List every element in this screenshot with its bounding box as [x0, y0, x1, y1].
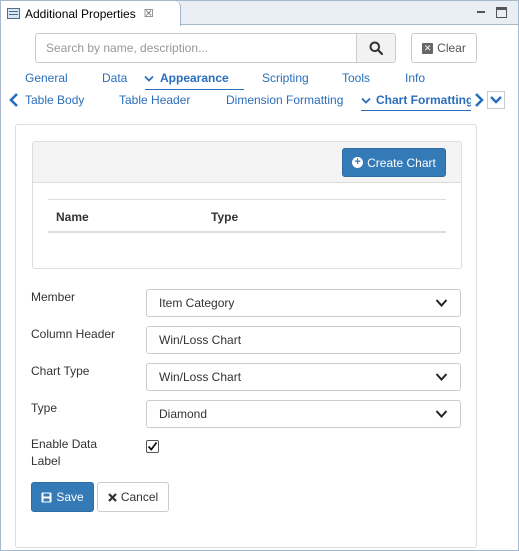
type-value: Diamond — [159, 407, 208, 421]
chart-type-select[interactable]: Win/Loss Chart — [146, 363, 461, 391]
search-input[interactable] — [36, 34, 356, 62]
floppy-disk-icon — [41, 492, 52, 503]
enable-data-label-checkbox[interactable] — [146, 440, 159, 453]
chart-type-value: Win/Loss Chart — [159, 370, 242, 384]
tab-data[interactable]: Data — [102, 71, 127, 85]
type-select[interactable]: Diamond — [146, 400, 461, 428]
tab-dimension-formatting[interactable]: Dimension Formatting — [226, 93, 343, 107]
plus-circle-icon: + — [352, 157, 364, 168]
properties-view-icon — [7, 8, 20, 19]
column-header-label: Column Header — [31, 327, 116, 341]
chevron-down-icon — [490, 96, 502, 104]
tab-chart-formatting[interactable]: Chart Formatting — [376, 93, 471, 107]
search-button[interactable] — [356, 34, 395, 62]
enable-data-label-label: Enable Data Label — [31, 436, 97, 470]
minimize-icon[interactable] — [474, 5, 488, 19]
cancel-button-label: Cancel — [120, 490, 159, 504]
chart-table: Name Type — [48, 199, 446, 233]
close-tab-icon[interactable]: ☒ — [144, 7, 154, 20]
member-label: Member — [31, 290, 76, 304]
enable-data-label-line2: Label — [31, 454, 61, 468]
chevron-down-icon — [435, 373, 448, 381]
primary-tabs: General Data Appearance Scripting Tools … — [1, 71, 519, 91]
clear-button[interactable]: ✕ Clear — [411, 33, 477, 63]
chevron-down-icon — [435, 410, 448, 418]
close-icon — [108, 492, 117, 502]
tab-scripting[interactable]: Scripting — [262, 71, 309, 85]
clear-button-label: Clear — [437, 41, 466, 55]
tab-info[interactable]: Info — [405, 71, 425, 85]
tab-appearance[interactable]: Appearance — [160, 71, 229, 85]
tab-general[interactable]: General — [25, 71, 68, 85]
chart-table-header: Name Type — [48, 199, 446, 233]
properties-window: Additional Properties ☒ ✕ Clear General … — [0, 0, 519, 551]
clear-icon: ✕ — [422, 42, 434, 54]
view-tab[interactable]: Additional Properties ☒ — [1, 1, 181, 26]
search-icon — [369, 41, 383, 55]
column-header-name[interactable]: Name — [56, 210, 89, 224]
enable-data-label-line1: Enable Data — [31, 437, 98, 451]
active-subtab-underline — [361, 110, 471, 111]
member-select[interactable]: Item Category — [146, 289, 461, 317]
chevron-down-icon — [144, 75, 154, 82]
member-value: Item Category — [159, 296, 235, 310]
chevron-down-icon — [361, 97, 371, 104]
chart-type-label: Chart Type — [31, 364, 90, 378]
chart-list-header: + Create Chart — [33, 142, 461, 183]
active-tab-underline — [145, 89, 244, 90]
column-header-type[interactable]: Type — [211, 210, 238, 224]
create-chart-button[interactable]: + Create Chart — [342, 148, 446, 177]
save-button-label: Save — [56, 490, 84, 504]
tab-table-body[interactable]: Table Body — [25, 93, 84, 107]
scroll-right-icon[interactable] — [471, 92, 487, 108]
tab-table-header[interactable]: Table Header — [119, 93, 190, 107]
chevron-down-icon — [435, 299, 448, 307]
search-group — [35, 33, 396, 63]
view-titlebar: Additional Properties ☒ — [1, 1, 518, 26]
view-title: Additional Properties — [25, 6, 136, 21]
maximize-icon[interactable] — [496, 7, 507, 18]
column-header-field[interactable] — [146, 326, 461, 354]
tab-tools[interactable]: Tools — [342, 71, 370, 85]
column-header-input[interactable] — [159, 333, 460, 347]
tab-overflow-dropdown[interactable] — [487, 91, 505, 109]
type-label: Type — [31, 401, 58, 415]
create-chart-label: Create Chart — [367, 155, 436, 170]
cancel-button[interactable]: Cancel — [97, 482, 169, 512]
checkmark-icon — [147, 441, 158, 451]
save-button[interactable]: Save — [31, 482, 94, 512]
chart-list-box: + Create Chart Name Type — [32, 141, 462, 269]
